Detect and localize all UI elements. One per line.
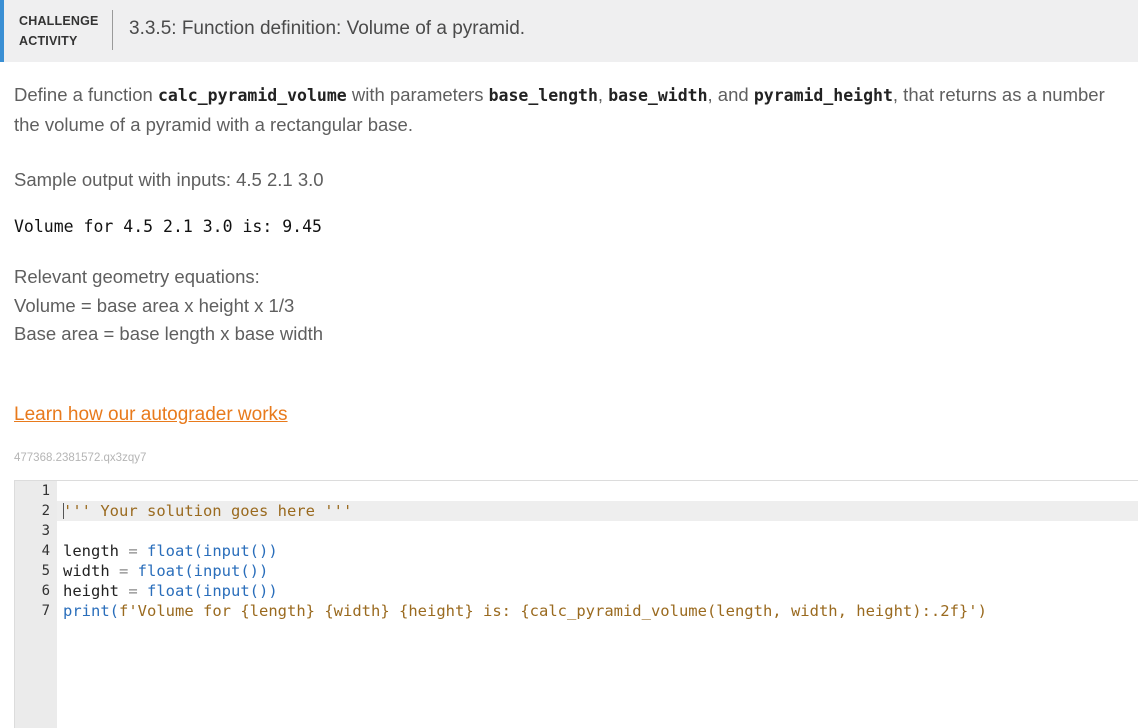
- param-base-width: base_width: [608, 86, 708, 105]
- header-divider: [112, 10, 113, 50]
- code-line-7[interactable]: print(f'Volume for {length} {width} {hei…: [63, 601, 987, 621]
- volume-equation: Volume = base area x height x 1/3: [14, 294, 295, 316]
- line-number: 7: [41, 603, 50, 619]
- desc-text-3: ,: [597, 84, 609, 105]
- sample-output: Volume for 4.5 2.1 3.0 is: 9.45: [14, 217, 322, 236]
- code-editor[interactable]: 1 2 3 4 5 6 7 ''' Your solution goes her…: [14, 480, 1138, 728]
- label-line-2: ACTIVITY: [19, 34, 78, 48]
- line-number-gutter: 1 2 3 4 5 6 7: [15, 481, 57, 728]
- fstring-expr: {width}: [324, 602, 390, 620]
- float-input-call: float(input()): [137, 562, 269, 580]
- float-input-call: float(input()): [147, 542, 278, 560]
- param-pyramid-height: pyramid_height: [753, 86, 893, 105]
- assign-op: =: [119, 582, 147, 600]
- desc-text-4: , and: [707, 84, 754, 105]
- line-number: 6: [41, 583, 50, 599]
- geometry-equations: Relevant geometry equations: Volume = ba…: [14, 263, 323, 349]
- description-text: Define a function calc_pyramid_volume wi…: [14, 80, 1129, 139]
- float-input-call: float(input()): [147, 582, 278, 600]
- fstring-space: [315, 602, 324, 620]
- assign-op: =: [109, 562, 138, 580]
- line-number: 2: [41, 503, 50, 519]
- var-height: height: [63, 582, 119, 600]
- line-number: 4: [41, 543, 50, 559]
- code-line-6[interactable]: height = float(input()): [63, 581, 278, 601]
- fstring-space: [390, 602, 399, 620]
- fstring-expr: {height}: [399, 602, 474, 620]
- line-number: 5: [41, 563, 50, 579]
- code-line-2[interactable]: ''' Your solution goes here ''': [63, 501, 352, 521]
- code-line-4[interactable]: length = float(input()): [63, 541, 278, 561]
- text-cursor: [63, 503, 64, 519]
- base-area-equation: Base area = base length x base width: [14, 323, 324, 344]
- geometry-heading: Relevant geometry equations:: [14, 266, 260, 287]
- fstring-expr: {length}: [240, 602, 315, 620]
- fstring-end: '): [968, 602, 987, 620]
- challenge-header: CHALLENGE ACTIVITY 3.3.5: Function defin…: [0, 0, 1138, 62]
- param-base-length: base_length: [488, 86, 598, 105]
- fstring-part: f'Volume for: [119, 602, 241, 620]
- print-call: print(: [63, 602, 119, 620]
- fstring-expr: {calc_pyramid_volume(length, width, heig…: [520, 602, 969, 620]
- function-name-code: calc_pyramid_volume: [157, 86, 347, 105]
- activity-id: 477368.2381572.qx3zqy7: [14, 452, 147, 464]
- autograder-link[interactable]: Learn how our autograder works: [14, 404, 288, 426]
- fstring-part: is:: [473, 602, 521, 620]
- line-number: 1: [41, 483, 50, 499]
- desc-text-1: Define a function: [14, 84, 158, 105]
- challenge-activity-label: CHALLENGE ACTIVITY: [19, 11, 113, 51]
- sample-output-label: Sample output with inputs: 4.5 2.1 3.0: [14, 169, 324, 190]
- label-line-1: CHALLENGE: [19, 14, 99, 28]
- assign-op: =: [119, 542, 147, 560]
- code-line-5[interactable]: width = float(input()): [63, 561, 268, 581]
- problem-description: Define a function calc_pyramid_volume wi…: [14, 80, 1129, 139]
- line-number: 3: [41, 523, 50, 539]
- activity-title: 3.3.5: Function definition: Volume of a …: [129, 18, 526, 39]
- var-width: width: [63, 562, 110, 580]
- desc-text-2: with parameters: [346, 84, 489, 105]
- docstring-placeholder: ''' Your solution goes here ''': [63, 502, 353, 520]
- var-length: length: [63, 542, 119, 560]
